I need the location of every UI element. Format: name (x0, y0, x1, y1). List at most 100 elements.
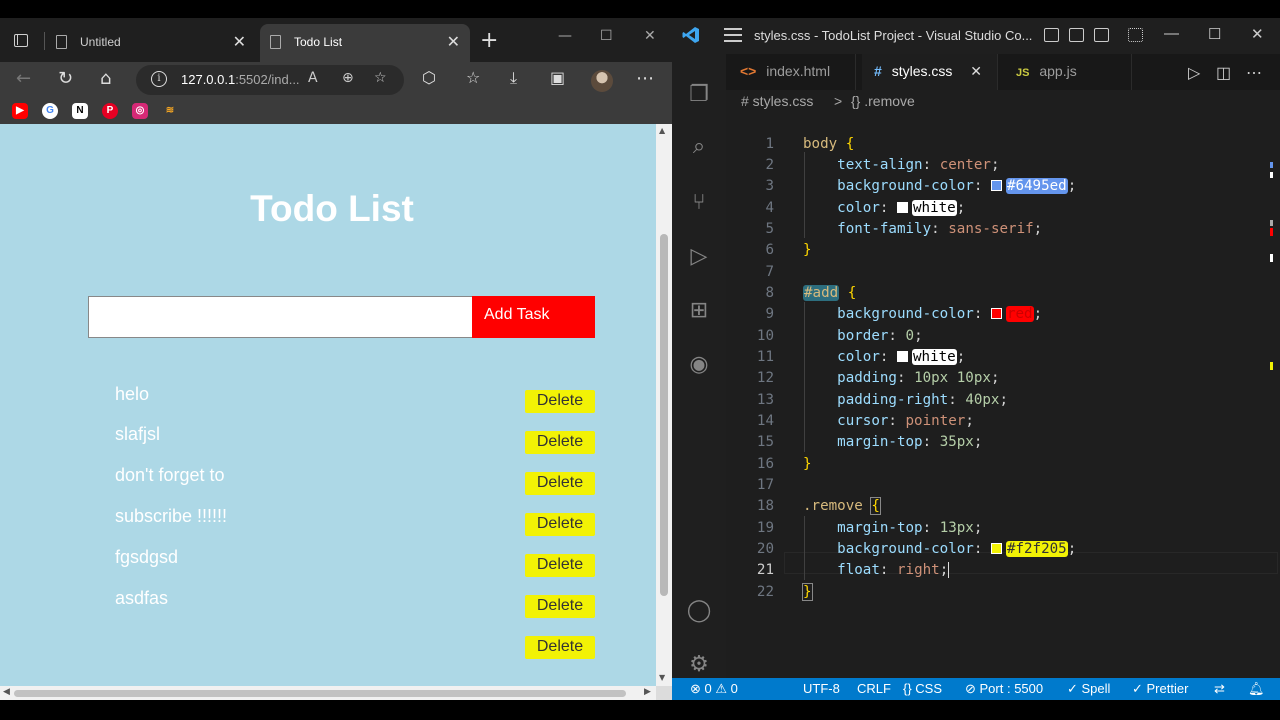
new-tab-button[interactable]: + (480, 28, 498, 53)
eol-status[interactable]: CRLF (857, 681, 891, 696)
todo-item-text: asdfas (115, 588, 169, 608)
web-capture-icon[interactable]: ▣ (550, 68, 565, 87)
account-icon[interactable]: ◯ (686, 598, 712, 624)
scroll-left-icon[interactable]: ◀ (3, 687, 10, 697)
scroll-right-icon[interactable]: ▶ (644, 687, 651, 697)
close-tab-icon[interactable]: ✕ (447, 32, 460, 52)
code-line: padding: 10px 10px; (837, 370, 1000, 386)
color-swatch[interactable] (896, 351, 908, 362)
scroll-thumb[interactable] (14, 690, 626, 697)
delete-button[interactable]: Delete (525, 554, 595, 577)
run-debug-icon[interactable]: ▷ (686, 244, 712, 270)
favorites-icon[interactable]: ☆ (466, 68, 480, 87)
scroll-thumb[interactable] (660, 234, 668, 596)
explorer-icon[interactable]: ❐ (686, 82, 712, 108)
maximize-icon[interactable]: ☐ (1208, 25, 1221, 43)
refresh-icon[interactable]: ↻ (58, 68, 73, 89)
task-input[interactable] (88, 296, 473, 338)
extensions-icon[interactable]: ⊞ (686, 298, 712, 324)
scroll-up-icon[interactable]: ▲ (659, 126, 665, 135)
line-number: 17 (756, 477, 774, 493)
zoom-icon[interactable]: ⊕ (342, 70, 354, 86)
delete-button[interactable]: Delete (525, 390, 595, 413)
problems-status[interactable]: ⊗ 0 ⚠ 0 (690, 681, 738, 697)
accounts-icon[interactable]: ⇄ (1214, 681, 1225, 697)
spell-status[interactable]: ✓ Spell (1067, 681, 1110, 697)
browser-toolbar: ← ↻ ⌂ i 127.0.0.1:5502/ind... A ⊕ ☆ ⬡ ☆ … (0, 62, 672, 100)
search-icon[interactable]: ⌕ (686, 134, 712, 160)
color-swatch[interactable] (990, 180, 1002, 191)
tab-index-html[interactable]: <> index.html (726, 54, 856, 90)
address-bar[interactable]: i 127.0.0.1:5502/ind... A ⊕ ☆ (136, 65, 404, 95)
browser-tab-bar: Untitled ✕ Todo List ✕ + — ☐ ✕ (0, 18, 672, 62)
code-line: border: 0; (837, 328, 923, 344)
extensions-icon[interactable]: ⬡ (422, 68, 436, 87)
vertical-scrollbar[interactable]: ▲ ▼ (656, 124, 672, 686)
tab-actions-icon[interactable] (14, 34, 28, 47)
delete-button[interactable]: Delete (525, 595, 595, 618)
tab-styles-css[interactable]: # styles.css ✕ (862, 54, 998, 90)
more-menu-icon[interactable]: ⋯ (636, 68, 654, 89)
delete-button[interactable]: Delete (525, 431, 595, 454)
toggle-panel-icon[interactable] (1069, 28, 1084, 42)
delete-button[interactable]: Delete (525, 513, 595, 536)
toggle-sidebar-icon[interactable] (1044, 28, 1059, 42)
instagram-icon[interactable]: ◎ (132, 103, 148, 119)
settings-gear-icon[interactable]: ⚙ (686, 652, 712, 678)
source-control-icon[interactable]: ⑂ (686, 190, 712, 216)
js-file-icon: JS (1016, 67, 1030, 79)
pinterest-icon[interactable]: P (102, 103, 118, 119)
code-editor[interactable]: 1 2 3 4 5 6 7 8 9 10 11 12 13 14 15 16 1… (726, 112, 1280, 678)
bookmark-icon[interactable]: ≋ (162, 103, 178, 119)
add-task-button[interactable]: Add Task (472, 296, 595, 338)
close-window-icon[interactable]: ✕ (1251, 25, 1264, 43)
breadcrumb-file[interactable]: # styles.css (741, 93, 813, 109)
github-icon[interactable]: ◉ (686, 352, 712, 378)
home-icon[interactable]: ⌂ (100, 68, 111, 89)
back-icon[interactable]: ← (16, 68, 31, 89)
run-icon[interactable]: ▷ (1188, 63, 1200, 83)
page-icon (56, 35, 67, 49)
close-tab-icon[interactable]: ✕ (233, 32, 246, 52)
downloads-icon[interactable]: ⤓ (510, 68, 517, 88)
live-server-status[interactable]: ⊘ Port : 5500 (965, 681, 1043, 697)
profile-avatar[interactable] (591, 70, 613, 92)
line-number: 15 (756, 434, 774, 450)
close-tab-icon[interactable]: ✕ (970, 63, 982, 79)
google-icon[interactable]: G (42, 103, 58, 119)
line-number: 19 (756, 520, 774, 536)
prettier-status[interactable]: ✓ Prettier (1132, 681, 1188, 697)
language-status[interactable]: {} CSS (903, 681, 942, 696)
breadcrumb-separator: > (834, 93, 843, 109)
close-window-icon[interactable]: ✕ (644, 28, 656, 44)
split-editor-icon[interactable]: ◫ (1216, 63, 1231, 83)
scroll-down-icon[interactable]: ▼ (659, 673, 665, 682)
tab-untitled[interactable]: Untitled ✕ (46, 24, 256, 62)
read-aloud-icon[interactable]: A (308, 70, 318, 86)
more-actions-icon[interactable]: ⋯ (1246, 63, 1262, 83)
notifications-bell-icon[interactable]: 🔔︎ (1248, 681, 1265, 697)
color-swatch[interactable] (990, 308, 1002, 319)
color-swatch[interactable] (896, 202, 908, 213)
minimize-icon[interactable]: — (558, 28, 572, 44)
toggle-secondary-sidebar-icon[interactable] (1094, 28, 1109, 42)
code-line: cursor: pointer; (837, 413, 974, 429)
tab-todo-list[interactable]: Todo List ✕ (260, 24, 470, 62)
delete-button[interactable]: Delete (525, 472, 595, 495)
encoding-status[interactable]: UTF-8 (803, 681, 840, 696)
customize-layout-icon[interactable] (1128, 28, 1143, 42)
minimize-icon[interactable]: — (1164, 25, 1179, 42)
favorite-icon[interactable]: ☆ (374, 70, 387, 86)
horizontal-scrollbar[interactable]: ◀ ▶ (0, 686, 656, 700)
youtube-icon[interactable]: ▶ (12, 103, 28, 119)
breadcrumb-symbol[interactable]: {} .remove (851, 93, 915, 109)
overview-ruler[interactable] (1268, 114, 1280, 674)
delete-button[interactable]: Delete (525, 636, 595, 659)
line-number: 2 (765, 157, 774, 173)
menu-icon[interactable] (724, 28, 742, 42)
site-info-icon[interactable]: i (151, 71, 167, 87)
color-swatch[interactable] (990, 543, 1002, 554)
tab-app-js[interactable]: JS app.js (1002, 54, 1132, 90)
notion-icon[interactable]: N (72, 103, 88, 119)
maximize-icon[interactable]: ☐ (600, 28, 613, 44)
